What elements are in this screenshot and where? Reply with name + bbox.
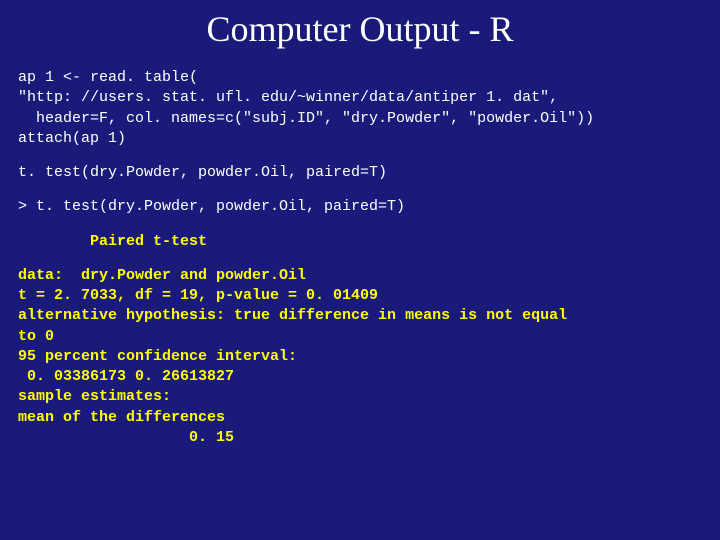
output-ttest-results: data: dry.Powder and powder.Oil t = 2. 7… [18, 266, 702, 448]
code-block-ttest-call: t. test(dry.Powder, powder.Oil, paired=T… [18, 163, 702, 183]
code-block-read-table: ap 1 <- read. table( "http: //users. sta… [18, 68, 702, 149]
page-title: Computer Output - R [18, 8, 702, 50]
output-heading-paired-ttest: Paired t-test [18, 232, 702, 252]
slide: Computer Output - R ap 1 <- read. table(… [0, 0, 720, 540]
code-block-ttest-echo: > t. test(dry.Powder, powder.Oil, paired… [18, 197, 702, 217]
